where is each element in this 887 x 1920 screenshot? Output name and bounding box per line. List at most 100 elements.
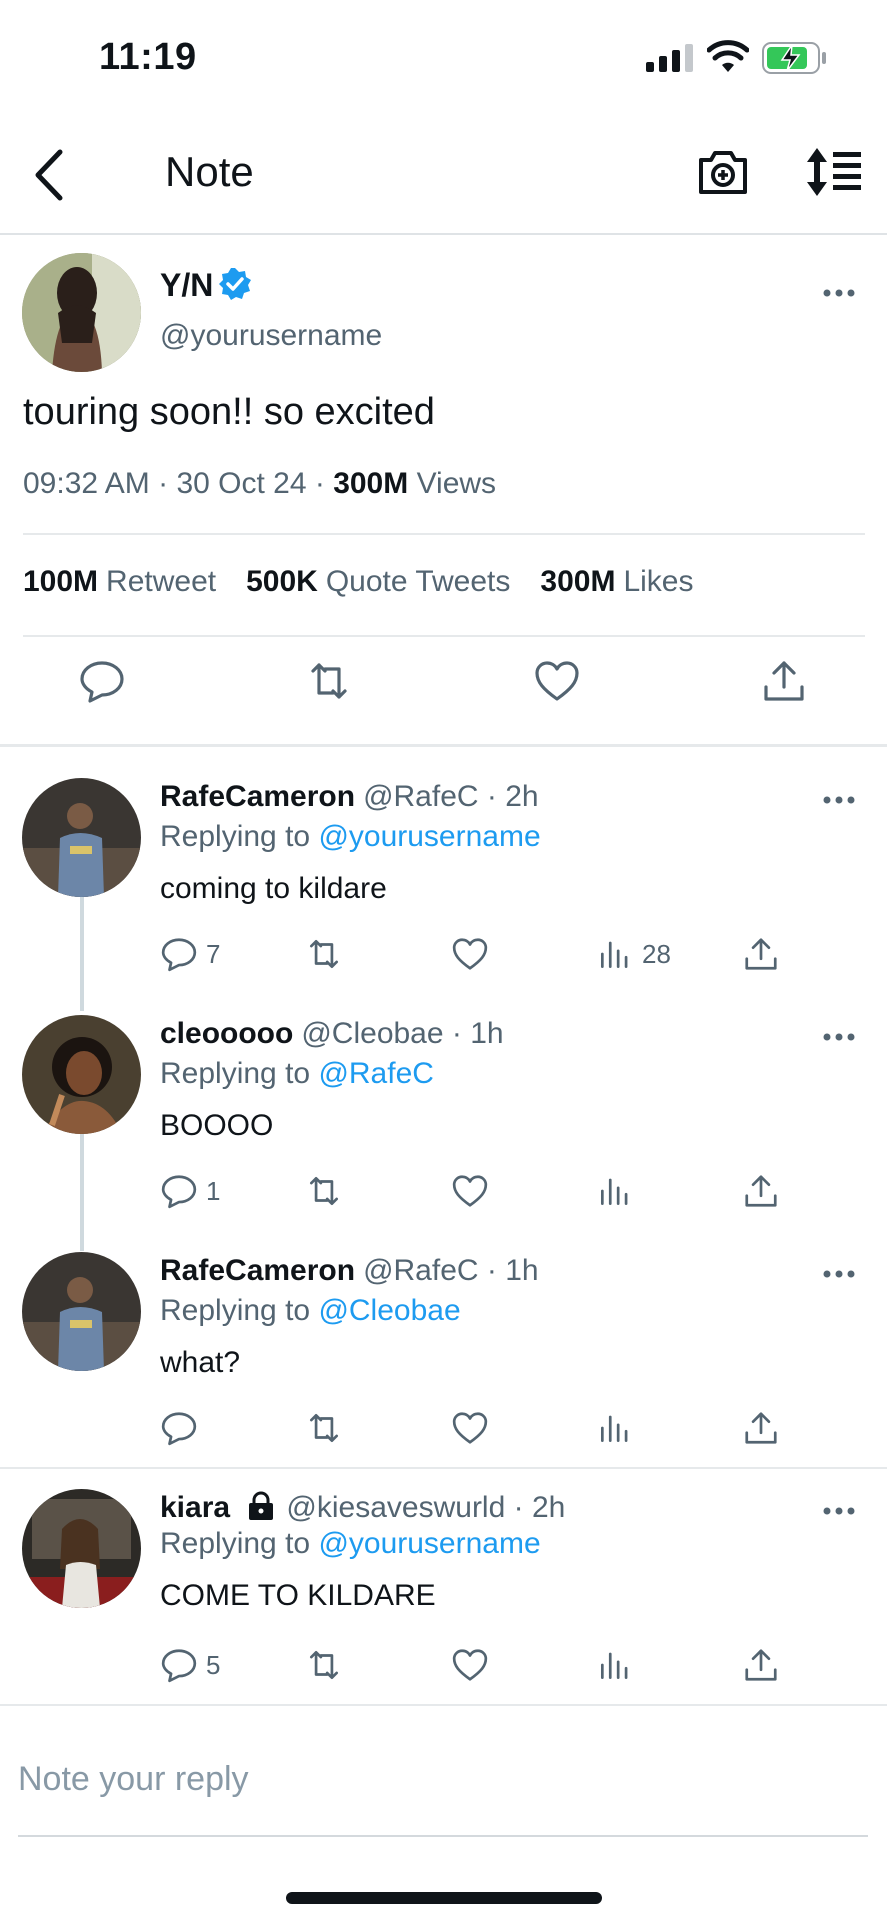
- home-indicator[interactable]: [286, 1892, 602, 1904]
- reply-time: · 1h: [486, 1254, 539, 1287]
- analytics-bars-icon: [600, 1415, 628, 1443]
- section-divider: [0, 744, 887, 747]
- retweet-icon: [309, 1650, 339, 1680]
- author-handle[interactable]: @yourusername: [160, 319, 382, 353]
- back-arrow-icon[interactable]: [30, 146, 70, 204]
- avatar[interactable]: [22, 1015, 141, 1134]
- camera-add-icon[interactable]: [697, 146, 749, 198]
- views-action[interactable]: 28: [596, 934, 671, 974]
- retweet-action[interactable]: [305, 934, 343, 974]
- section-divider: [0, 1467, 887, 1469]
- reply-author-handle[interactable]: @RafeC: [363, 1254, 479, 1287]
- reply-count: 5: [206, 1649, 221, 1680]
- replying-to-handle[interactable]: @RafeC: [318, 1057, 434, 1090]
- reply-text: BOOOO: [160, 1109, 274, 1142]
- avatar[interactable]: [22, 778, 141, 897]
- tweet-actions: [0, 657, 887, 727]
- reply-time: · 1h: [451, 1017, 504, 1050]
- sort-replies-icon[interactable]: [803, 144, 863, 200]
- views-count: 300M: [333, 467, 409, 500]
- separator-dot: ·: [314, 467, 334, 500]
- like-heart-icon: [452, 1175, 488, 1207]
- author-name[interactable]: Y/N: [160, 267, 213, 304]
- share-icon[interactable]: [760, 657, 808, 705]
- reply-author-handle[interactable]: @RafeC: [363, 780, 479, 813]
- avatar[interactable]: [22, 1252, 141, 1371]
- more-options-icon[interactable]: [822, 1505, 856, 1517]
- replying-to-handle[interactable]: @yourusername: [318, 820, 540, 853]
- reply-action[interactable]: 7: [160, 934, 220, 974]
- reply-author-name[interactable]: cleooooo: [160, 1017, 293, 1050]
- replying-to: Replying to @Cleobae: [160, 1294, 461, 1328]
- retweet-action[interactable]: [305, 1645, 343, 1685]
- reply-count: 7: [206, 938, 221, 969]
- replying-to-label: Replying to: [160, 820, 311, 853]
- replying-to-label: Replying to: [160, 1527, 311, 1560]
- profile-photo: [22, 1252, 141, 1371]
- analytics-bars-icon: [600, 1178, 628, 1206]
- quote-stat[interactable]: 500K Quote Tweets: [246, 565, 510, 599]
- reply-header: cleooooo @Cleobae · 1h: [160, 1017, 504, 1051]
- more-options-icon[interactable]: [822, 1031, 856, 1043]
- reply-input-underline: [18, 1835, 868, 1837]
- reply-author-name[interactable]: RafeCameron: [160, 1254, 355, 1287]
- retweet-icon[interactable]: [305, 657, 353, 705]
- replying-to: Replying to @yourusername: [160, 1527, 541, 1561]
- reply-time: · 2h: [486, 780, 539, 813]
- tweet-time: 09:32 AM: [23, 467, 150, 500]
- likes-stat[interactable]: 300M Likes: [540, 565, 693, 599]
- reply-author-name[interactable]: RafeCameron: [160, 780, 355, 813]
- views-action[interactable]: [596, 1645, 642, 1685]
- profile-photo: [22, 253, 141, 372]
- reply-input[interactable]: Note your reply: [18, 1760, 249, 1799]
- protected-lock-icon: [249, 1491, 274, 1520]
- reply-actions: [160, 1408, 800, 1452]
- like-heart-icon: [452, 1412, 488, 1444]
- avatar[interactable]: [22, 253, 141, 372]
- retweet-action[interactable]: [305, 1408, 343, 1448]
- share-action[interactable]: [742, 1171, 780, 1211]
- analytics-bars-icon: [600, 941, 628, 969]
- retweet-icon: [309, 939, 339, 969]
- quote-label: Quote Tweets: [325, 565, 511, 598]
- reply-action[interactable]: 1: [160, 1171, 220, 1211]
- like-action[interactable]: [451, 934, 489, 974]
- tweet-date: 30 Oct 24: [176, 467, 307, 500]
- retweet-stat[interactable]: 100M Retweet: [23, 565, 216, 599]
- share-icon: [745, 1649, 777, 1681]
- views-action[interactable]: [596, 1408, 642, 1448]
- avatar[interactable]: [22, 1489, 141, 1608]
- reply-action[interactable]: 5: [160, 1645, 220, 1685]
- reply-author-name[interactable]: kiara: [160, 1491, 230, 1524]
- reply-text: what?: [160, 1346, 241, 1379]
- replying-to: Replying to @yourusername: [160, 820, 541, 854]
- reply-author-handle[interactable]: @Cleobae: [301, 1017, 443, 1050]
- retweet-action[interactable]: [305, 1171, 343, 1211]
- like-action[interactable]: [451, 1408, 489, 1448]
- reply-action[interactable]: [160, 1408, 206, 1448]
- like-action[interactable]: [451, 1171, 489, 1211]
- replying-to-handle[interactable]: @yourusername: [318, 1527, 540, 1560]
- reply-icon[interactable]: [78, 657, 126, 705]
- more-options-icon[interactable]: [822, 1268, 856, 1280]
- share-action[interactable]: [742, 934, 780, 974]
- separator-dot: ·: [158, 467, 177, 500]
- share-action[interactable]: [742, 1408, 780, 1448]
- views-action[interactable]: [596, 1171, 642, 1211]
- like-heart-icon[interactable]: [533, 657, 581, 705]
- more-options-icon[interactable]: [822, 794, 856, 806]
- more-options-icon[interactable]: [822, 287, 856, 299]
- replying-to-label: Replying to: [160, 1057, 311, 1090]
- share-action[interactable]: [742, 1645, 780, 1685]
- section-divider: [0, 1704, 887, 1706]
- engagement-stats: 100M Retweet 500K Quote Tweets 300M Likes: [23, 565, 693, 599]
- reply-actions: 5: [160, 1645, 800, 1689]
- reply-text: coming to kildare: [160, 872, 387, 905]
- replying-to-handle[interactable]: @Cleobae: [318, 1294, 460, 1327]
- reply-icon: [161, 1175, 197, 1209]
- reply-author-handle[interactable]: @kiesaveswurld: [286, 1491, 505, 1524]
- reply-actions: 1: [160, 1171, 800, 1215]
- like-heart-icon: [452, 1649, 488, 1681]
- like-action[interactable]: [451, 1645, 489, 1685]
- top-navigation-bar: Note: [0, 120, 887, 235]
